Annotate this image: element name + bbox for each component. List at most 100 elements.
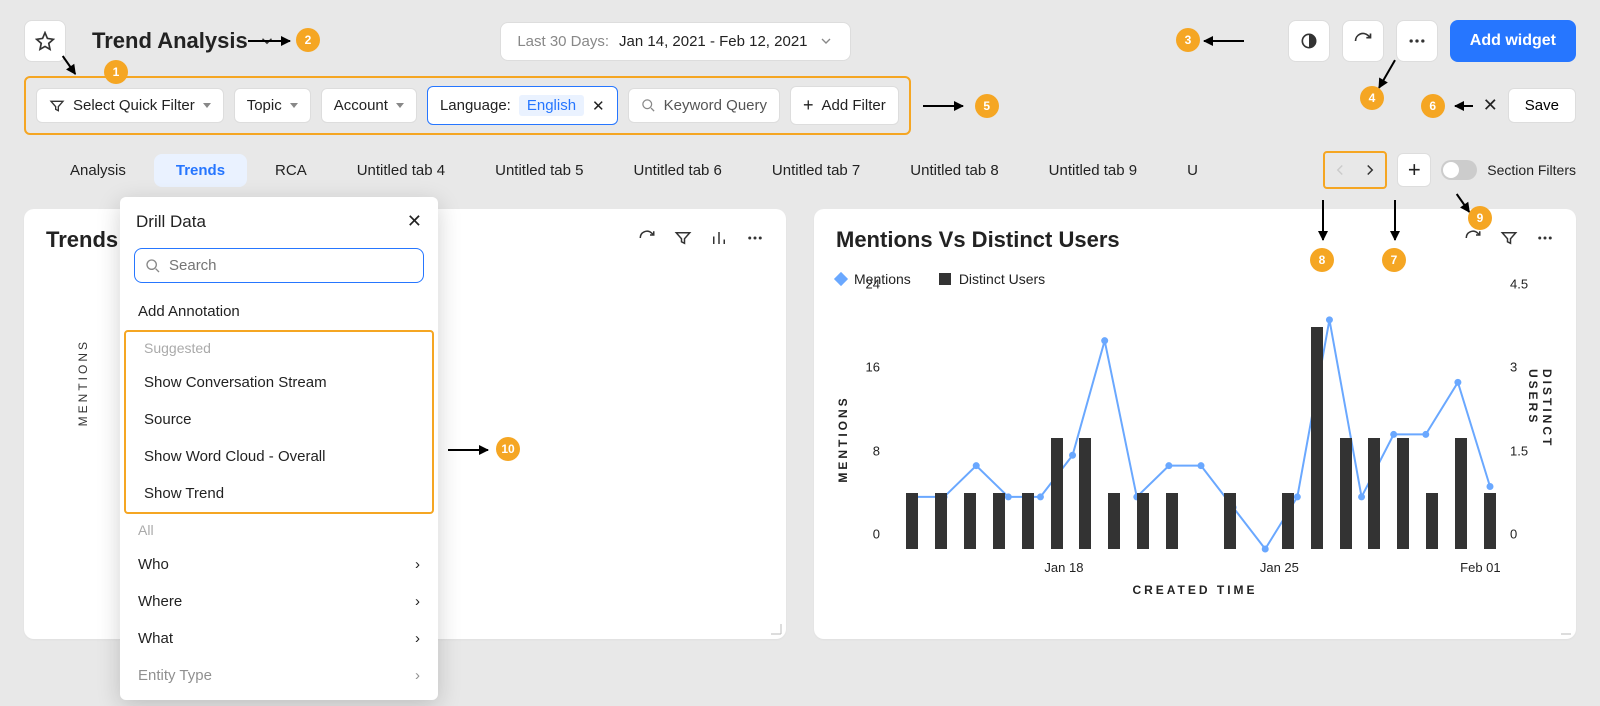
filter-icon <box>49 98 65 114</box>
keyword-query-input[interactable]: Keyword Query <box>628 88 780 123</box>
y-axis-title: MENTIONS <box>76 339 90 426</box>
more-button[interactable] <box>1396 20 1438 62</box>
widget-more-button[interactable] <box>746 229 764 252</box>
widget-chart-type-button[interactable] <box>710 229 728 252</box>
drill-suggested-item[interactable]: Show Word Cloud - Overall <box>126 438 432 475</box>
section-filters-label: Section Filters <box>1487 162 1576 178</box>
account-filter[interactable]: Account <box>321 88 417 123</box>
chevron-right-icon: › <box>415 556 420 573</box>
drill-search-input[interactable] <box>134 248 424 283</box>
y-right-tick: 4.5 <box>1510 277 1528 292</box>
tab-untitled-tab-8[interactable]: Untitled tab 8 <box>888 154 1020 187</box>
resize-handle-icon[interactable] <box>1558 621 1572 635</box>
mentions-widget-title: Mentions Vs Distinct Users <box>836 227 1120 253</box>
language-label: Language: <box>440 97 511 114</box>
contrast-icon <box>1299 31 1319 51</box>
bar <box>1340 438 1352 549</box>
callout-2: 2 <box>296 28 320 52</box>
x-axis-title: CREATED TIME <box>836 583 1554 597</box>
tab-untitled-tab-7[interactable]: Untitled tab 7 <box>750 154 882 187</box>
save-button[interactable]: Save <box>1508 88 1576 123</box>
bar <box>1108 493 1120 549</box>
drill-search-field[interactable] <box>169 257 413 274</box>
refresh-button[interactable] <box>1342 20 1384 62</box>
y-right-tick: 3 <box>1510 360 1517 375</box>
add-filter-button[interactable]: + Add Filter <box>790 86 899 125</box>
drill-all-header: All <box>120 514 438 546</box>
quick-filter-select[interactable]: Select Quick Filter <box>36 88 224 123</box>
drill-close-button[interactable]: ✕ <box>407 211 422 232</box>
tab-analysis[interactable]: Analysis <box>48 154 148 187</box>
topic-filter[interactable]: Topic <box>234 88 311 123</box>
tab-untitled-tab-4[interactable]: Untitled tab 4 <box>335 154 467 187</box>
drill-add-annotation[interactable]: Add Annotation <box>120 293 438 330</box>
chart-legend: Mentions Distinct Users <box>836 271 1554 287</box>
bar <box>935 493 947 549</box>
drill-suggested-item[interactable]: Show Trend <box>126 475 432 512</box>
chart-area: MENTIONS DISTINCT USERS 081624 01.534.5 … <box>836 299 1554 579</box>
language-filter[interactable]: Language: English ✕ <box>427 86 618 125</box>
widget-filter-button[interactable] <box>674 229 692 252</box>
callout-3: 3 <box>1176 28 1200 52</box>
callout-5: 5 <box>975 94 999 118</box>
bar <box>1484 493 1496 549</box>
widget-more-button[interactable] <box>1536 229 1554 252</box>
bar <box>1311 327 1323 549</box>
tab-nav-group <box>1323 151 1387 189</box>
keyword-query-placeholder: Keyword Query <box>664 97 767 114</box>
drill-suggested-item[interactable]: Source <box>126 401 432 438</box>
star-icon <box>35 31 55 51</box>
chevron-down-icon <box>818 33 834 49</box>
caret-down-icon <box>290 103 298 108</box>
section-filters-toggle[interactable] <box>1441 160 1477 180</box>
callout-6: 6 <box>1421 94 1445 118</box>
y-left-tick: 0 <box>873 527 880 542</box>
theme-toggle-button[interactable] <box>1288 20 1330 62</box>
x-tick: Jan 25 <box>1260 560 1299 575</box>
callout-1: 1 <box>104 60 128 84</box>
refresh-icon <box>638 229 656 247</box>
widget-refresh-button[interactable] <box>638 229 656 252</box>
add-tab-button[interactable]: + <box>1397 153 1431 187</box>
date-range-picker[interactable]: Last 30 Days: Jan 14, 2021 - Feb 12, 202… <box>500 22 850 61</box>
bar <box>1455 438 1467 549</box>
dots-icon <box>1407 31 1427 51</box>
filter-icon <box>1500 229 1518 247</box>
bar-chart-icon <box>710 229 728 247</box>
tab-untitled-tab-6[interactable]: Untitled tab 6 <box>612 154 744 187</box>
drill-all-item[interactable]: Where› <box>120 583 438 620</box>
tab-next-button[interactable] <box>1355 153 1385 187</box>
tab-rca[interactable]: RCA <box>253 154 329 187</box>
tab-prev-button[interactable] <box>1325 153 1355 187</box>
trends-widget-title: Trends ( <box>46 227 132 253</box>
favorite-button[interactable] <box>24 20 66 62</box>
legend-mentions: Mentions <box>854 271 911 287</box>
close-filter-icon[interactable]: ✕ <box>1483 95 1498 116</box>
dots-icon <box>1536 229 1554 247</box>
legend-distinct: Distinct Users <box>959 271 1045 287</box>
add-widget-button[interactable]: Add widget <box>1450 20 1576 62</box>
quick-filter-label: Select Quick Filter <box>73 97 195 114</box>
remove-language-icon[interactable]: ✕ <box>592 97 605 115</box>
resize-handle-icon[interactable] <box>768 621 782 635</box>
drill-all-item[interactable]: Who› <box>120 546 438 583</box>
y-left-tick: 16 <box>866 360 880 375</box>
y-right-tick: 1.5 <box>1510 443 1528 458</box>
tab-untitled-tab-5[interactable]: Untitled tab 5 <box>473 154 605 187</box>
drill-suggested-item[interactable]: Show Conversation Stream <box>126 364 432 401</box>
bar <box>1051 438 1063 549</box>
tabs-row: AnalysisTrendsRCAUntitled tab 4Untitled … <box>0 135 1600 197</box>
widget-refresh-button[interactable] <box>1464 229 1482 252</box>
callout-8: 8 <box>1310 248 1334 272</box>
caret-down-icon <box>203 103 211 108</box>
chevron-right-icon: › <box>415 593 420 610</box>
drill-all-item[interactable]: Entity Type› <box>120 657 438 694</box>
tab-trends[interactable]: Trends <box>154 154 247 187</box>
filter-icon <box>674 229 692 247</box>
tab-untitled-tab-9[interactable]: Untitled tab 9 <box>1027 154 1159 187</box>
tab-u[interactable]: U <box>1165 154 1220 187</box>
drill-all-item[interactable]: What› <box>120 620 438 657</box>
widget-filter-button[interactable] <box>1500 229 1518 252</box>
mentions-vs-users-widget: Mentions Vs Distinct Users Mentions Dist… <box>814 209 1576 639</box>
dots-icon <box>746 229 764 247</box>
